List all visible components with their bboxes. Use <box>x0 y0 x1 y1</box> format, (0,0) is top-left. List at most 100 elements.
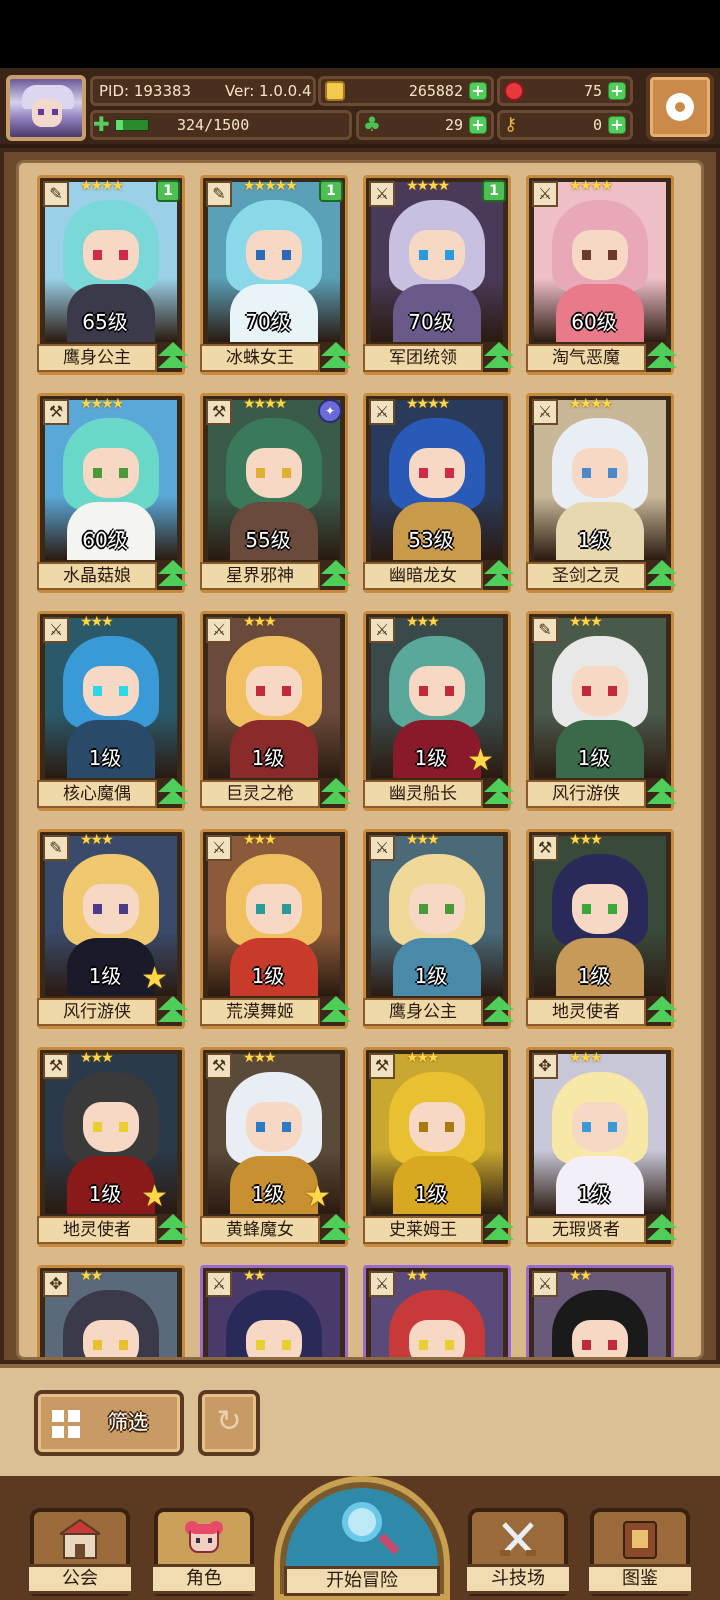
level-up-arrow-icon[interactable] <box>319 996 353 1026</box>
hero-card[interactable]: ⚔ ★★ <box>200 1265 348 1357</box>
add-gems-button[interactable]: + <box>608 82 626 100</box>
hero-star-rating: ★★★ <box>243 614 277 630</box>
status-bar <box>0 0 720 68</box>
hero-card[interactable]: ✎ ★★★★ 1 65级 鹰身公主 <box>37 175 188 375</box>
level-up-arrow-icon[interactable] <box>319 778 353 808</box>
tab-role[interactable]: 角色 <box>150 1508 258 1596</box>
hero-card[interactable]: ✎ ★★★ ★ 1级 风行游侠 <box>37 829 188 1029</box>
hero-level: 1级 <box>414 746 448 770</box>
player-avatar[interactable] <box>6 75 86 141</box>
hero-name: 风行游侠 <box>526 780 646 808</box>
level-up-arrow-icon[interactable] <box>645 560 679 590</box>
hero-count-badge: 1 <box>482 180 506 202</box>
hero-star-rating: ★★ <box>406 1268 429 1284</box>
hero-class-icon: ⚔ <box>369 835 395 861</box>
hero-star-rating: ★★★ <box>406 832 440 848</box>
hero-card[interactable]: ⚒ ★★★ ★ 1级 黄蜂魔女 <box>200 1047 351 1247</box>
level-up-arrow-icon[interactable] <box>482 1214 516 1244</box>
level-up-arrow-icon[interactable] <box>156 996 190 1026</box>
hero-name: 幽暗龙女 <box>363 562 483 590</box>
level-up-arrow-icon[interactable] <box>645 1214 679 1244</box>
tab-guild[interactable]: 公会 <box>26 1508 134 1596</box>
hero-level: 1级 <box>251 746 285 770</box>
hero-star-rating: ★★★ <box>80 832 114 848</box>
hero-name: 荒漠舞姬 <box>200 998 320 1026</box>
hero-star-rating: ★★★★ <box>80 396 124 412</box>
energy-icon: ✚ <box>93 112 110 136</box>
tab-guild-label: 公会 <box>26 1564 134 1594</box>
hero-class-icon: ✥ <box>532 1053 558 1079</box>
level-up-arrow-icon[interactable] <box>482 342 516 372</box>
hero-name: 星界邪神 <box>200 562 320 590</box>
filter-label: 筛选 <box>108 1410 148 1434</box>
hero-grid-scroll[interactable]: ✎ ★★★★ 1 65级 鹰身公主 ✎ ★★★★★ 1 70级 冰蛛女王 ⚔ ★★★★ 1 70级 军团统领… <box>16 160 704 1360</box>
level-up-arrow-icon[interactable] <box>482 996 516 1026</box>
hero-card[interactable]: ⚒ ★★★ ★ 1级 地灵使者 <box>37 1047 188 1247</box>
hero-card[interactable]: ✥ ★★★ 1级 无瑕贤者 <box>526 1047 677 1247</box>
hero-card[interactable]: ✥ ★★ <box>37 1265 185 1357</box>
tab-dex[interactable]: 图鉴 <box>586 1508 694 1596</box>
add-keys-button[interactable]: + <box>608 116 626 134</box>
hero-card[interactable]: ⚔ ★★★ 1级 核心魔偶 <box>37 611 188 811</box>
clover-amount: 29 <box>444 116 463 134</box>
hero-star-rating: ★★★★ <box>569 178 613 194</box>
hero-card[interactable]: ⚒ ★★★★ ✦ 55级 星界邪神 <box>200 393 351 593</box>
level-up-arrow-icon[interactable] <box>319 1214 353 1244</box>
hero-star-rating: ★★★ <box>80 1050 114 1066</box>
hero-star-rating: ★★★ <box>406 614 440 630</box>
settings-button[interactable] <box>646 73 714 141</box>
hero-card[interactable]: ⚔ ★★★ 1级 鹰身公主 <box>363 829 514 1029</box>
hero-card[interactable]: ⚒ ★★★ 1级 地灵使者 <box>526 829 677 1029</box>
level-up-arrow-icon[interactable] <box>156 778 190 808</box>
filter-button[interactable]: 筛选 <box>34 1390 184 1456</box>
crossed-swords-icon <box>500 1522 536 1556</box>
hero-card[interactable]: ⚔ ★★★★ 60级 淘气恶魔 <box>526 175 677 375</box>
hero-level: 55级 <box>245 528 291 552</box>
hero-card[interactable]: ⚔ ★★★ 1级 巨灵之枪 <box>200 611 351 811</box>
add-clovers-button[interactable]: + <box>469 116 487 134</box>
level-up-arrow-icon[interactable] <box>156 560 190 590</box>
level-up-arrow-icon[interactable] <box>319 560 353 590</box>
hero-level: 65级 <box>82 310 128 334</box>
hero-card[interactable]: ✎ ★★★★★ 1 70级 冰蛛女王 <box>200 175 351 375</box>
hero-card[interactable]: ⚔ ★★★ 1级 荒漠舞姬 <box>200 829 351 1029</box>
book-icon <box>623 1521 657 1559</box>
hero-card[interactable]: ⚔ ★★ <box>526 1265 674 1357</box>
hero-card[interactable]: ⚒ ★★★ 1级 史莱姆王 <box>363 1047 514 1247</box>
tab-arena-label: 斗技场 <box>464 1564 572 1594</box>
level-up-arrow-icon[interactable] <box>156 342 190 372</box>
hero-card[interactable]: ⚔ ★★★★ 53级 幽暗龙女 <box>363 393 514 593</box>
hero-card[interactable]: ⚔ ★★★★ 1 70级 军团统领 <box>363 175 514 375</box>
refresh-button[interactable]: ↻ <box>198 1390 260 1456</box>
player-info-panel: PID: 193383 Ver: 1.0.0.4 <box>90 76 316 106</box>
hero-card[interactable]: ✎ ★★★ 1级 风行游侠 <box>526 611 677 811</box>
start-adventure-button[interactable]: 开始冒险 <box>274 1476 450 1600</box>
level-up-arrow-icon[interactable] <box>645 778 679 808</box>
star-orb-icon: ✦ <box>318 399 342 423</box>
hero-star-rating: ★★★ <box>569 832 603 848</box>
hero-class-icon: ⚔ <box>206 617 232 643</box>
level-up-arrow-icon[interactable] <box>482 778 516 808</box>
character-icon <box>185 1521 223 1553</box>
key-icon: ⚷ <box>504 114 518 135</box>
energy-panel: ✚ 324/1500 <box>90 110 352 140</box>
hero-star-rating: ★★ <box>80 1268 103 1284</box>
tab-arena[interactable]: 斗技场 <box>464 1508 572 1596</box>
hero-level: 1级 <box>88 746 122 770</box>
hero-grid: ✎ ★★★★ 1 65级 鹰身公主 ✎ ★★★★★ 1 70级 冰蛛女王 ⚔ ★★★★ 1 70级 军团统领… <box>37 175 677 1357</box>
level-up-arrow-icon[interactable] <box>645 996 679 1026</box>
hero-card[interactable]: ⚔ ★★★ ★ 1级 幽灵船长 <box>363 611 514 811</box>
level-up-arrow-icon[interactable] <box>319 342 353 372</box>
hero-level: 53级 <box>408 528 454 552</box>
level-up-arrow-icon[interactable] <box>156 1214 190 1244</box>
hero-card[interactable]: ⚔ ★★ <box>363 1265 511 1357</box>
hero-card[interactable]: ⚔ ★★★★ 1级 圣剑之灵 <box>526 393 677 593</box>
clover-icon: ♣ <box>363 112 381 136</box>
hero-card[interactable]: ⚒ ★★★★ 60级 水晶菇娘 <box>37 393 188 593</box>
level-up-arrow-icon[interactable] <box>645 342 679 372</box>
level-up-arrow-icon[interactable] <box>482 560 516 590</box>
add-coins-button[interactable]: + <box>469 82 487 100</box>
energy-amount: 324/1500 <box>177 116 250 134</box>
hero-name: 幽灵船长 <box>363 780 483 808</box>
gem-amount: 75 <box>583 82 602 100</box>
